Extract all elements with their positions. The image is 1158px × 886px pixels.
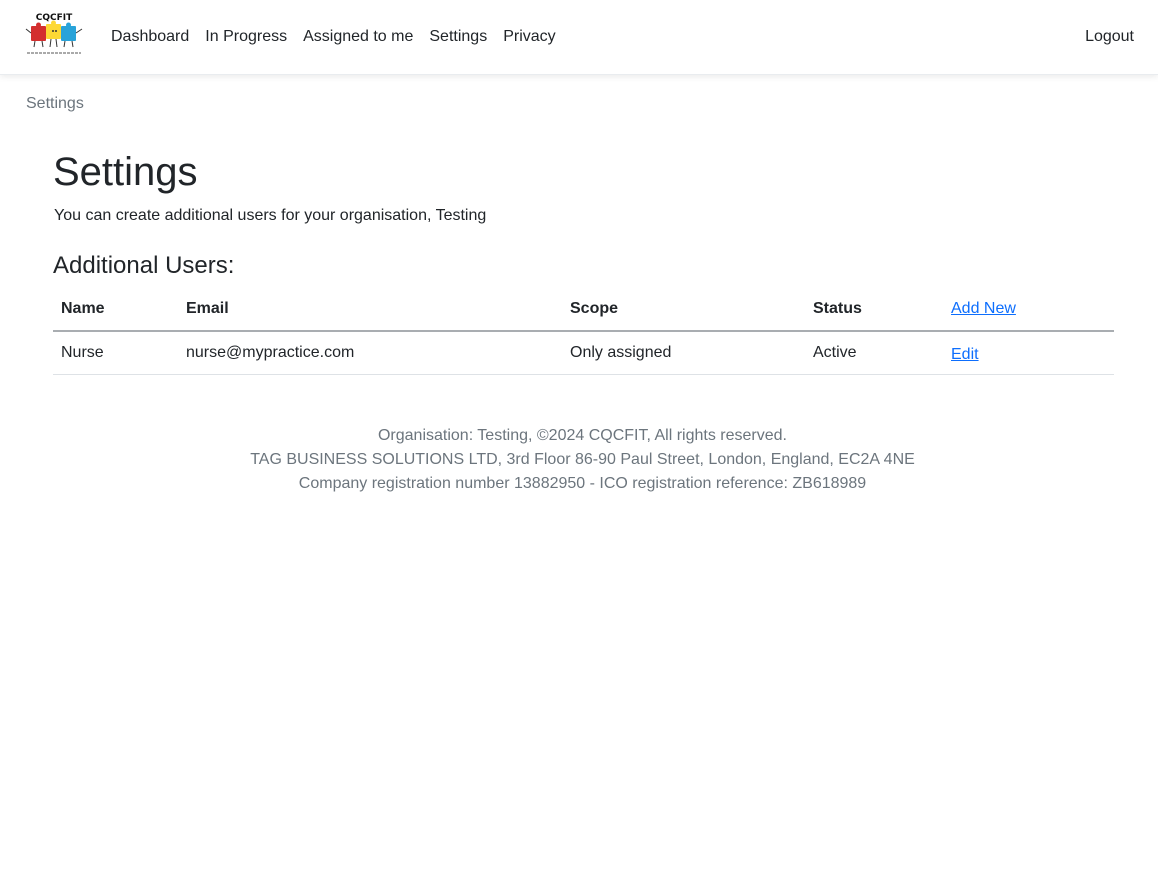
footer-registration: Company registration number 13882950 - I… <box>298 475 867 492</box>
edit-user-link[interactable]: Edit <box>951 346 979 363</box>
nav-in-progress[interactable]: In Progress <box>197 27 295 47</box>
main-nav: Dashboard In Progress Assigned to me Set… <box>103 0 564 74</box>
user-email-cell: nurse@mypractice.com <box>178 331 562 375</box>
logout-link[interactable]: Logout <box>1085 27 1134 47</box>
page-title: Settings <box>53 150 198 194</box>
table-row: Nurse nurse@mypractice.com Only assigned… <box>53 331 1114 375</box>
puzzle-figures-icon <box>25 20 83 54</box>
nav-settings[interactable]: Settings <box>421 27 495 47</box>
breadcrumb: Settings <box>26 95 84 112</box>
user-name-cell: Nurse <box>53 331 178 375</box>
user-scope-cell: Only assigned <box>562 331 805 375</box>
add-new-user-link[interactable]: Add New <box>951 300 1016 317</box>
footer: Organisation: Testing, ©2024 CQCFIT, All… <box>0 424 1158 496</box>
top-navbar: CQCFIT Dashboard In Progress Assigned to… <box>0 0 1158 75</box>
column-header-status: Status <box>805 288 943 332</box>
user-status-cell: Active <box>805 331 943 375</box>
column-header-scope: Scope <box>562 288 805 332</box>
user-actions-cell: Edit <box>943 331 1114 375</box>
footer-address: TAG BUSINESS SOLUTIONS LTD, 3rd Floor 86… <box>250 451 915 468</box>
table-header-row: Name Email Scope Status Add New <box>53 288 1114 332</box>
additional-users-heading: Additional Users: <box>53 252 235 279</box>
column-header-actions: Add New <box>943 288 1114 332</box>
column-header-name: Name <box>53 288 178 332</box>
cqcfit-logo[interactable]: CQCFIT <box>25 13 83 57</box>
column-header-email: Email <box>178 288 562 332</box>
footer-copyright: Organisation: Testing, ©2024 CQCFIT, All… <box>377 427 787 444</box>
nav-privacy[interactable]: Privacy <box>495 27 563 47</box>
nav-assigned-to-me[interactable]: Assigned to me <box>295 27 421 47</box>
users-table: Name Email Scope Status Add New Nurse nu… <box>53 288 1114 375</box>
intro-text: You can create additional users for your… <box>54 207 487 224</box>
nav-dashboard[interactable]: Dashboard <box>103 27 197 47</box>
